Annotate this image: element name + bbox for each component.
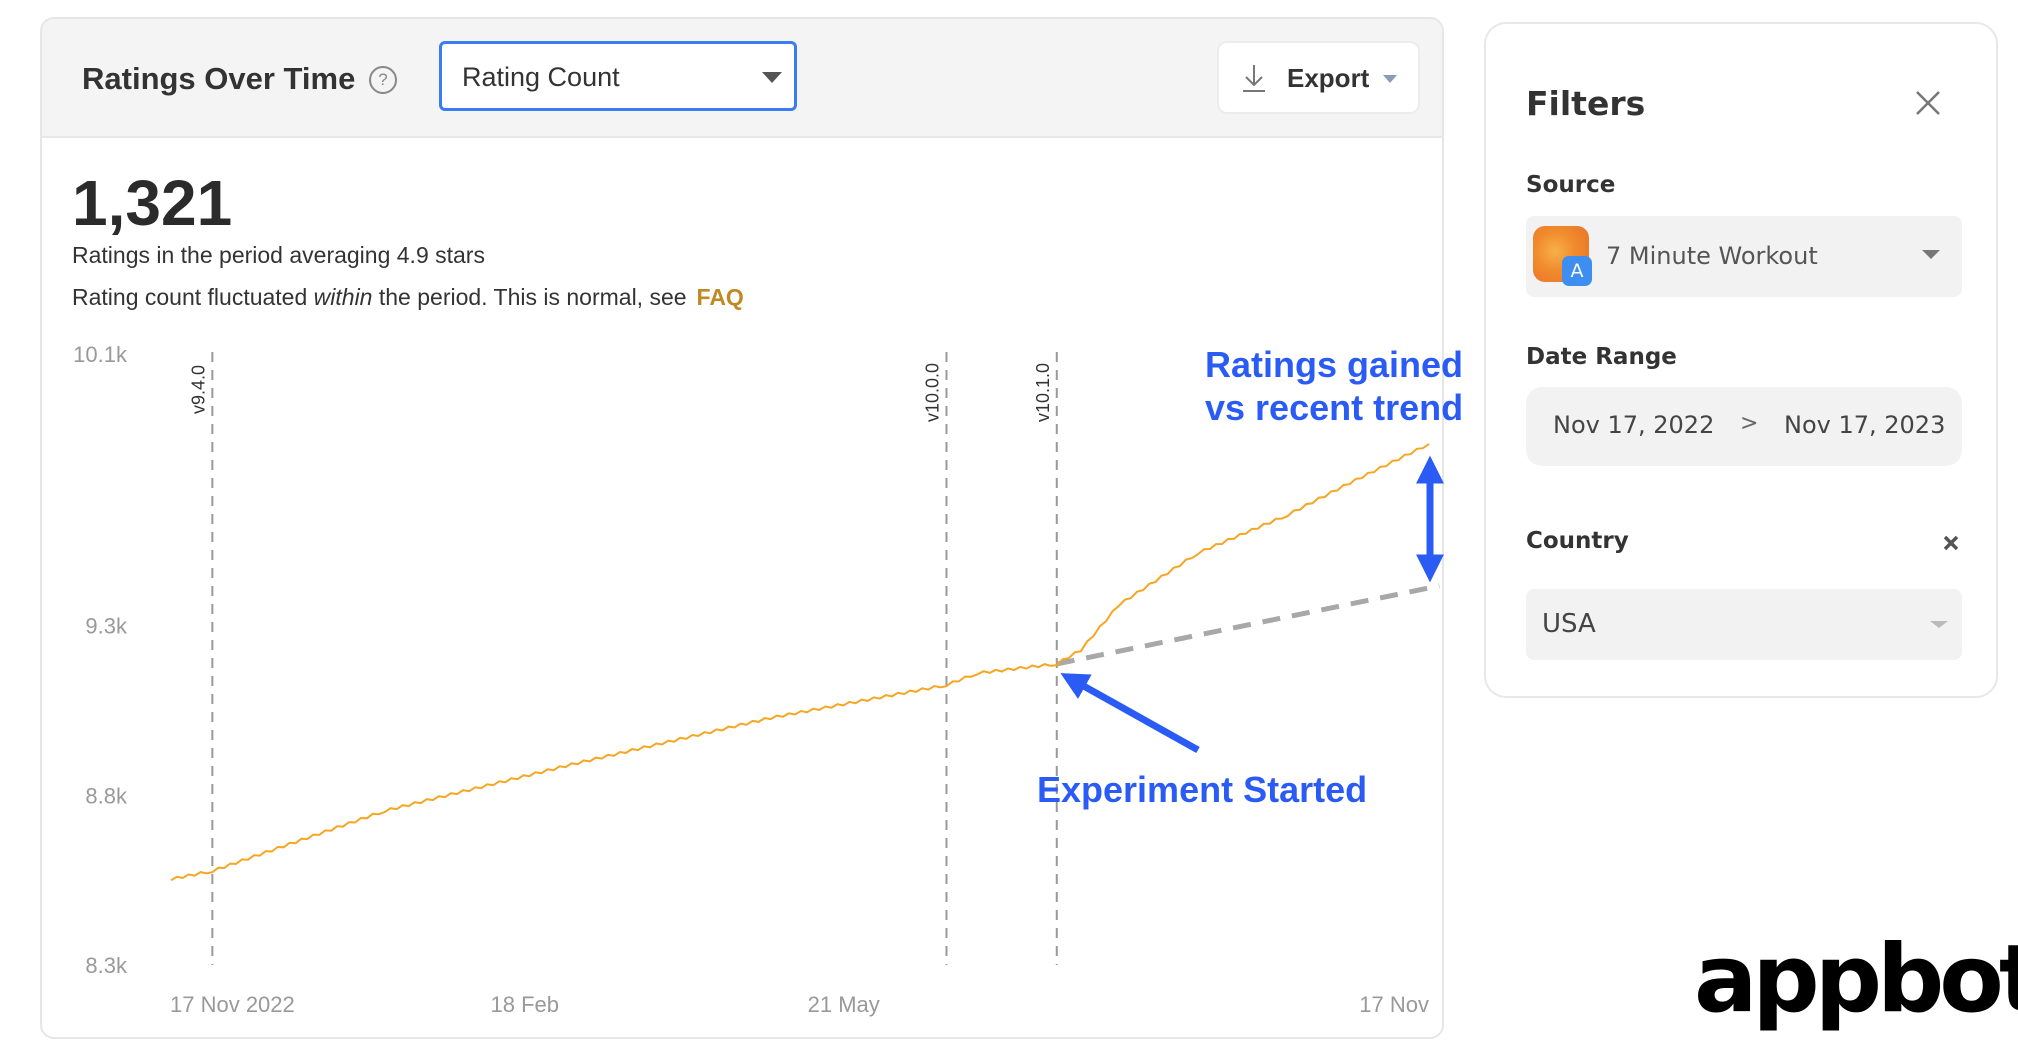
chevron-down-icon bbox=[1930, 621, 1948, 628]
y-tick-label: 9.3k bbox=[85, 614, 128, 639]
filters-panel: Filters Source A 7 Minute Workout Date R… bbox=[1484, 22, 1998, 698]
source-value: 7 Minute Workout bbox=[1606, 242, 1818, 270]
chevron-down-icon bbox=[1922, 250, 1940, 259]
y-tick-label: 8.8k bbox=[85, 783, 128, 808]
x-tick-label: 17 Nov 2022 bbox=[170, 992, 295, 1017]
clear-country-icon[interactable] bbox=[1942, 534, 1960, 552]
experiment-annotation: Experiment Started bbox=[1037, 769, 1367, 810]
close-icon[interactable] bbox=[1911, 86, 1945, 120]
date-end[interactable]: Nov 17, 2023 bbox=[1784, 411, 1945, 439]
source-select[interactable]: A 7 Minute Workout bbox=[1526, 216, 1962, 297]
x-tick-label: 21 May bbox=[808, 992, 880, 1017]
appbot-logo: appbot bbox=[1694, 925, 2018, 1034]
x-tick-label: 17 Nov bbox=[1359, 992, 1429, 1017]
country-value: USA bbox=[1542, 609, 1596, 639]
gain-annotation-line1: Ratings gained bbox=[1205, 344, 1463, 385]
x-tick-label: 18 Feb bbox=[491, 992, 560, 1017]
country-label: Country bbox=[1526, 528, 1629, 554]
date-range-label: Date Range bbox=[1526, 344, 1677, 370]
chevron-right-icon: > bbox=[1740, 411, 1759, 436]
date-range-picker[interactable]: Nov 17, 2022 > Nov 17, 2023 bbox=[1526, 387, 1962, 466]
filters-title: Filters bbox=[1526, 84, 1646, 123]
experiment-arrow bbox=[1060, 673, 1200, 754]
release-label: v10.0.0 bbox=[922, 363, 942, 422]
date-start[interactable]: Nov 17, 2022 bbox=[1553, 411, 1714, 439]
app-store-icon: A bbox=[1562, 256, 1592, 286]
y-tick-label: 8.3k bbox=[85, 953, 128, 978]
release-label: v10.1.0 bbox=[1033, 363, 1053, 422]
recent-trend-line bbox=[1056, 583, 1440, 667]
source-label: Source bbox=[1526, 172, 1616, 198]
gain-annotation-line2: vs recent trend bbox=[1205, 387, 1463, 428]
release-label: v9.4.0 bbox=[188, 365, 208, 414]
country-select[interactable]: USA bbox=[1526, 589, 1962, 660]
rating-count-line bbox=[170, 443, 1430, 882]
y-tick-label: 10.1k bbox=[73, 342, 128, 367]
